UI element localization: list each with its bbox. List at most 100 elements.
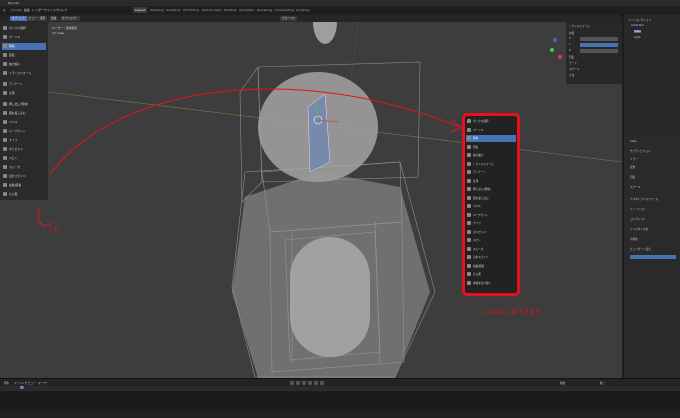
popup-item[interactable]: せん断 ›: [466, 271, 516, 278]
tool-item[interactable]: アノテート: [2, 81, 46, 88]
tool-item[interactable]: ボックス選択: [2, 25, 46, 32]
timeline-track[interactable]: [0, 391, 680, 411]
tab-scripting[interactable]: Scripting: [294, 7, 311, 13]
annotate-icon: [467, 170, 471, 174]
tool-item[interactable]: スピン: [2, 155, 46, 162]
outliner-item[interactable]: Cube: [634, 30, 641, 33]
popup-item[interactable]: スピン ›: [466, 237, 516, 244]
timeline-menu[interactable]: ビュー: [28, 381, 36, 385]
popup-item[interactable]: ボックス選択 ›: [466, 118, 516, 125]
tool-item[interactable]: トランスフォーム: [2, 70, 46, 77]
popup-item[interactable]: スムーズ ›: [466, 246, 516, 253]
nav-gizmo-y-icon: [550, 48, 554, 52]
tool-item[interactable]: 回転: [2, 52, 46, 59]
tool-item[interactable]: 収縮/膨張: [2, 182, 46, 189]
popup-item[interactable]: カーソル ›: [466, 127, 516, 134]
tab-compositing[interactable]: Compositing: [273, 7, 296, 13]
mode-dropdown[interactable]: オブジェクト: [10, 16, 28, 25]
tab-modeling[interactable]: Modeling: [148, 7, 166, 13]
transform-orientation[interactable]: グローバル: [280, 16, 297, 21]
menu-file[interactable]: ファイル: [10, 8, 22, 12]
next-key-icon[interactable]: [314, 381, 318, 385]
select-menu[interactable]: 選択: [38, 16, 48, 21]
props-selected-field[interactable]: [630, 255, 676, 259]
properties-editor: Cube サブディビジョン ミラー 位置 回転 スケール デルタトランスフォーム…: [624, 135, 680, 378]
blender-logo-icon[interactable]: ◎: [3, 8, 6, 12]
menu-help[interactable]: ヘルプ: [58, 8, 67, 12]
popup-item[interactable]: ベベル ›: [466, 203, 516, 210]
play-reverse-icon[interactable]: [302, 381, 306, 385]
tool-item[interactable]: スムーズ: [2, 164, 46, 171]
popup-item[interactable]: ループカット ›: [466, 212, 516, 219]
tool-item[interactable]: せん断: [2, 191, 46, 198]
tool-item[interactable]: ベベル: [2, 119, 46, 126]
n-panel-row: Z: [569, 49, 571, 52]
popup-item[interactable]: 押し出し(領域) ›: [466, 186, 516, 193]
popup-item[interactable]: トランスフォーム ›: [466, 161, 516, 168]
rip-region-icon: [467, 280, 471, 285]
outliner-item[interactable]: Collection: [631, 24, 644, 27]
tool-item[interactable]: 面を差し込む: [2, 110, 46, 117]
timeline-menu[interactable]: マーカー: [38, 381, 48, 385]
popup-item[interactable]: ポリビルド ›: [466, 229, 516, 236]
shear-icon: [467, 272, 471, 276]
popup-item[interactable]: ナイフ ›: [466, 220, 516, 227]
menu-render[interactable]: レンダー: [32, 8, 44, 12]
props-row: 可視性: [630, 238, 638, 241]
outliner-item[interactable]: Light: [634, 36, 640, 39]
tab-shading[interactable]: Shading: [222, 7, 238, 13]
tab-animation[interactable]: Animation: [237, 7, 256, 13]
outliner: シーンコレクション Collection Cube Light: [624, 15, 680, 135]
tab-layout[interactable]: Layout: [133, 7, 148, 13]
tool-item[interactable]: カーソル: [2, 34, 46, 41]
view-menu[interactable]: ビュー: [27, 16, 39, 21]
popup-item[interactable]: 辺をスライド ›: [466, 254, 516, 261]
n-panel-row: Y: [569, 43, 571, 46]
location-z-field[interactable]: [580, 49, 618, 53]
shrink-fatten-icon: [3, 183, 7, 187]
tool-item[interactable]: 計測: [2, 90, 46, 97]
jump-end-icon[interactable]: [320, 381, 324, 385]
tab-sculpting[interactable]: Sculpting: [164, 7, 182, 13]
tool-item[interactable]: 辺をスライド: [2, 173, 46, 180]
tool-item[interactable]: 拡大縮小: [2, 61, 46, 68]
jump-start-icon[interactable]: [290, 381, 294, 385]
add-menu[interactable]: 追加: [49, 16, 59, 21]
tool-item[interactable]: ループカット: [2, 128, 46, 135]
menu-edit[interactable]: 編集: [24, 8, 30, 12]
popup-item[interactable]: 回転 ›: [466, 144, 516, 151]
outliner-item[interactable]: シーンコレクション: [628, 18, 651, 22]
popup-item[interactable]: 移動 ›: [466, 135, 516, 143]
menu-window[interactable]: ウィンドウ: [44, 8, 59, 12]
tool-item[interactable]: 押し出し(領域): [2, 101, 46, 108]
n-panel-row: 位置: [569, 32, 575, 35]
timeline-menu[interactable]: 再生: [4, 381, 9, 385]
tab-texture-paint[interactable]: Texture Paint: [200, 7, 223, 13]
popup-item[interactable]: アノテート ›: [466, 169, 516, 176]
shrink-fatten-icon: [467, 263, 471, 268]
tab-uv-editing[interactable]: UV Editing: [181, 7, 201, 13]
smooth-icon: [3, 165, 7, 169]
location-y-field[interactable]: [580, 43, 618, 47]
3d-viewport[interactable]: ユーザー・透視投影 (1) Cube これ これがよく出てきます: [0, 22, 622, 378]
play-icon[interactable]: [308, 381, 312, 385]
popup-item[interactable]: 領域を切り裂く ›: [466, 280, 516, 287]
prev-key-icon[interactable]: [296, 381, 300, 385]
viewport-overlay-view: ユーザー・透視投影: [52, 26, 78, 30]
location-x-field[interactable]: [580, 37, 618, 41]
scale-icon: [3, 62, 7, 66]
object-menu[interactable]: オブジェクト: [60, 16, 80, 21]
timeline-menu[interactable]: キーイング: [14, 381, 27, 385]
tool-item[interactable]: 移動: [2, 43, 46, 50]
measure-icon: [3, 91, 7, 95]
popup-item[interactable]: 面を差し込む ›: [466, 195, 516, 202]
popup-item[interactable]: 計測 ›: [466, 178, 516, 185]
popup-item[interactable]: 収縮/膨張 ›: [466, 263, 516, 270]
tab-rendering[interactable]: Rendering: [255, 7, 274, 13]
current-frame[interactable]: 1: [20, 386, 24, 389]
viewport-header: オブジェクト ビュー 選択 追加 オブジェクト グローバル: [0, 15, 622, 25]
popup-item[interactable]: 拡大縮小 ›: [466, 152, 516, 159]
tool-item[interactable]: ナイフ: [2, 137, 46, 144]
annotate-icon: [3, 82, 7, 86]
tool-item[interactable]: ポリビルド: [2, 146, 46, 153]
